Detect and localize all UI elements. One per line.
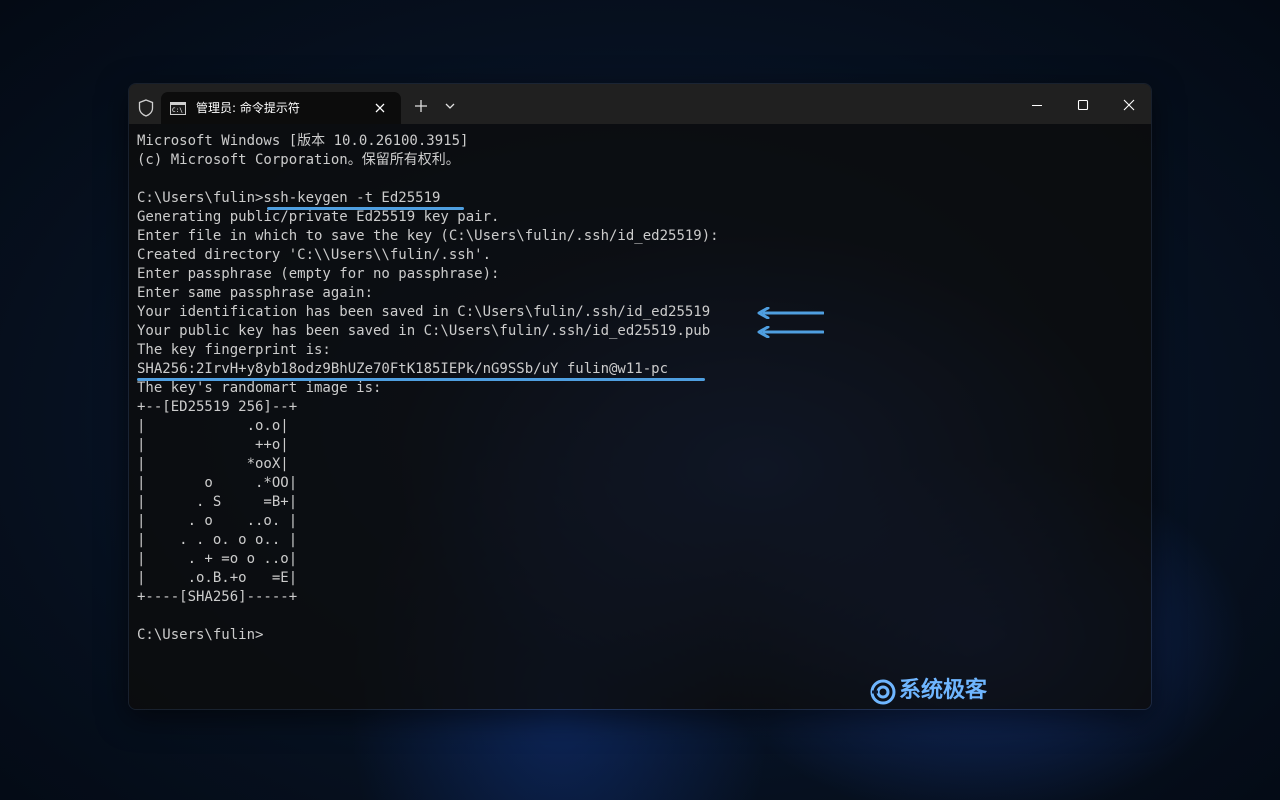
terminal-line: The key fingerprint is: <box>137 342 331 358</box>
terminal-line: | . S =B+| <box>137 494 298 510</box>
close-icon <box>375 103 385 113</box>
close-icon <box>1123 99 1135 111</box>
minimize-icon <box>1032 104 1042 107</box>
terminal-line: Enter file in which to save the key (C:\… <box>137 228 719 244</box>
shield-icon <box>138 99 154 117</box>
terminal-line: Your identification has been saved in C:… <box>137 304 711 320</box>
tab-command-prompt[interactable]: C:\ 管理员: 命令提示符 <box>161 92 401 124</box>
terminal-line: Generating public/private Ed25519 key pa… <box>137 209 500 225</box>
terminal-line: +--[ED25519 256]--+ <box>137 399 298 415</box>
terminal-line: SHA256:2IrvH+y8yb18odz9BhUZe70FtK185IEPk… <box>137 361 669 377</box>
terminal-line: | . o ..o. | <box>137 513 298 529</box>
terminal-line: Enter passphrase (empty for no passphras… <box>137 266 500 282</box>
terminal-window: C:\ 管理员: 命令提示符 Microsoft Windows [版本 10.… <box>128 83 1152 710</box>
command-underline <box>267 207 464 210</box>
svg-text:C:\: C:\ <box>172 107 183 114</box>
terminal-line: +----[SHA256]-----+ <box>137 589 298 605</box>
terminal-line: C:\Users\fulin>ssh-keygen -t Ed25519 <box>137 190 441 206</box>
title-bar[interactable]: C:\ 管理员: 命令提示符 <box>129 84 1151 124</box>
terminal-line: | *ooX| <box>137 456 289 472</box>
terminal-line: | o .*OO| <box>137 475 298 491</box>
terminal-line: | . . o. o o.. | <box>137 532 298 548</box>
terminal-line: | ++o| <box>137 437 289 453</box>
arrow-left-icon <box>757 307 824 319</box>
terminal-line: Microsoft Windows [版本 10.0.26100.3915] <box>137 133 469 149</box>
maximize-button[interactable] <box>1060 92 1106 118</box>
close-tab-button[interactable] <box>370 98 390 118</box>
arrow-left-icon <box>757 326 824 338</box>
fingerprint-underline <box>137 378 705 381</box>
terminal-line: (c) Microsoft Corporation。保留所有权利。 <box>137 152 460 168</box>
terminal-line: Enter same passphrase again: <box>137 285 374 301</box>
close-window-button[interactable] <box>1106 92 1151 118</box>
terminal-line: Created directory 'C:\\Users\\fulin/.ssh… <box>137 247 492 263</box>
watermark-text: 系统极客 <box>899 678 988 703</box>
terminal-line: | .o.o| <box>137 418 289 434</box>
tab-title: 管理员: 命令提示符 <box>196 101 300 115</box>
new-tab-button[interactable] <box>412 97 430 115</box>
cmd-icon: C:\ <box>170 102 186 115</box>
terminal-line: The key's randomart image is: <box>137 380 382 396</box>
minimize-button[interactable] <box>1014 92 1060 118</box>
terminal-line: Your public key has been saved in C:\Use… <box>137 323 711 339</box>
terminal-line: | . + =o o ..o| <box>137 551 298 567</box>
logo-icon <box>870 679 896 705</box>
terminal-line: C:\Users\fulin> <box>137 627 264 643</box>
maximize-icon <box>1077 99 1089 111</box>
terminal-line: | .o.B.+o =E| <box>137 570 298 586</box>
chevron-down-icon[interactable] <box>443 100 457 112</box>
terminal-output[interactable]: Microsoft Windows [版本 10.0.26100.3915] (… <box>129 124 1151 709</box>
